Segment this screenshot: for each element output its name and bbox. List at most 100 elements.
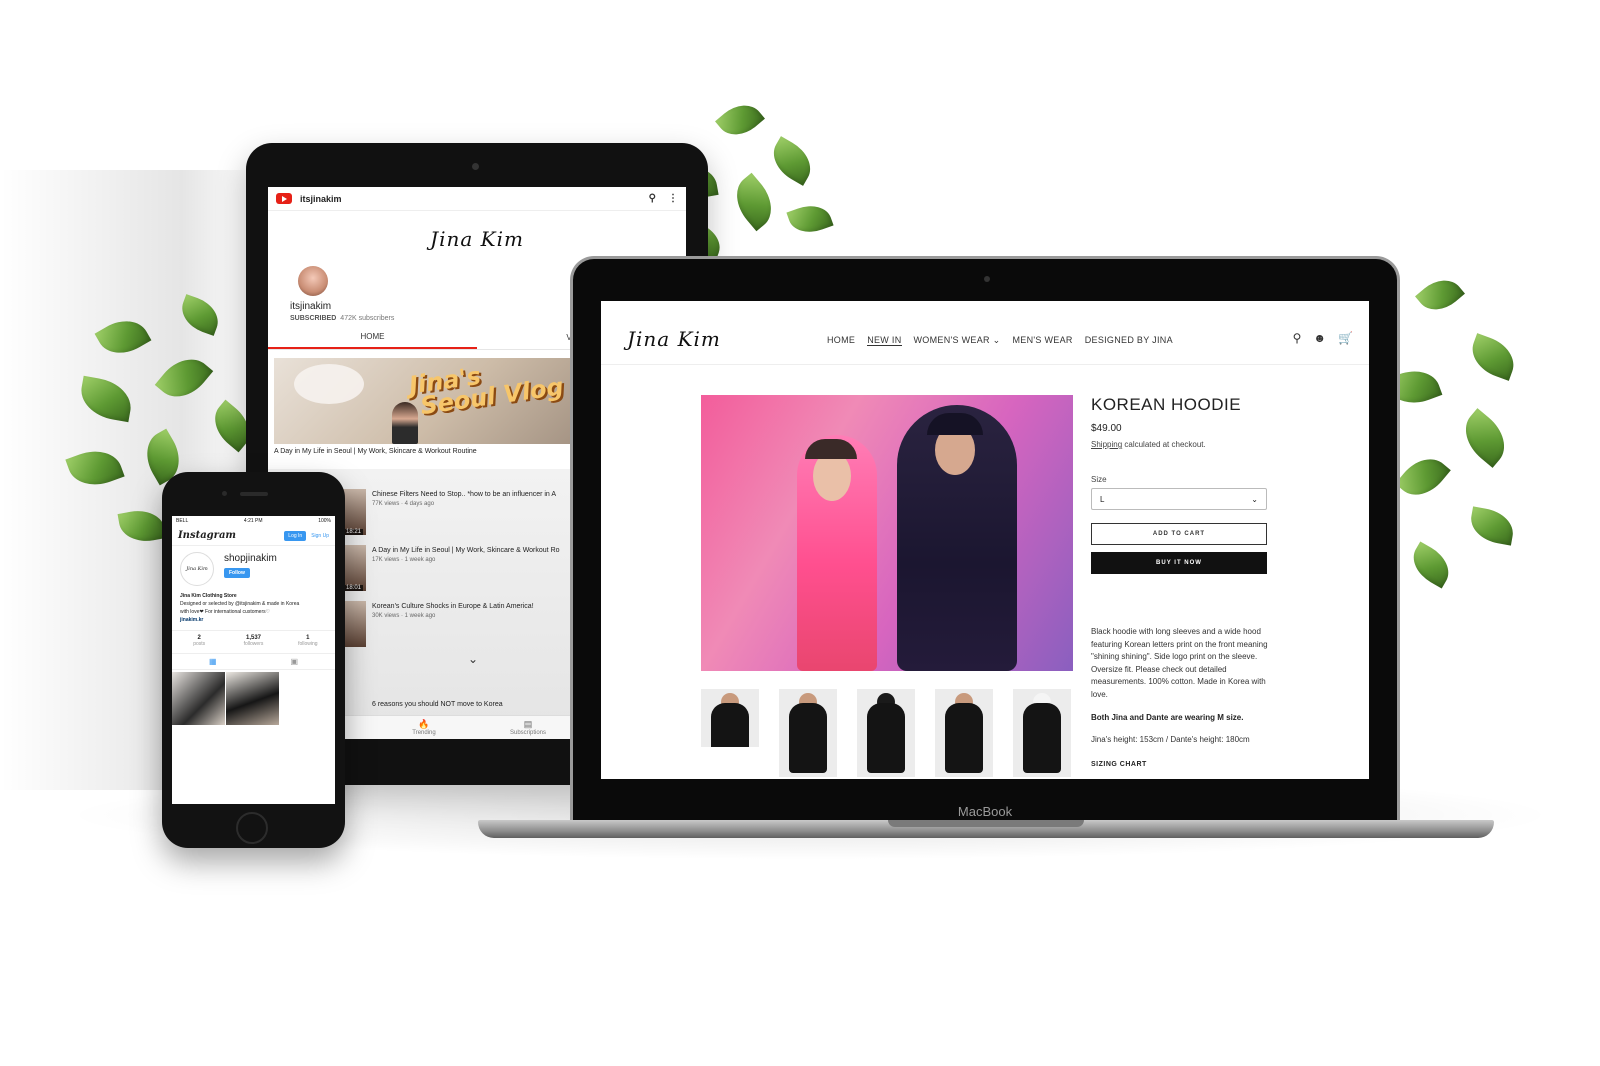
bio-link[interactable]: jinakim.kr [180,616,327,624]
laptop-base [478,820,1494,838]
bio-line: Designed or selected by @itsjinakim & ma… [180,601,300,607]
video-meta: 17K views · 1 week ago [372,557,436,563]
size-value: L [1100,494,1105,504]
store-logo[interactable]: Jina Kim [627,327,721,351]
model-heights: Jina's height: 153cm / Dante's height: 1… [1091,735,1250,744]
carrier: BELL [176,518,189,524]
login-button[interactable]: Log In [284,530,307,541]
product-thumbnail[interactable] [701,689,759,747]
search-icon[interactable]: ⚲ [649,193,656,204]
nav-trending[interactable]: 🔥 Trending [394,719,454,736]
banner-logo: Jina Kim [430,226,524,251]
avatar[interactable]: Jina Kim [180,552,214,586]
product-thumbnail[interactable] [1013,689,1071,777]
video-meta: 77K views · 4 days ago [372,501,435,507]
cart-icon[interactable]: 🛒 [1338,331,1353,345]
phone-camera [222,491,227,496]
chevron-down-icon[interactable]: ⌄ [468,652,478,666]
nav-womens-wear[interactable]: WOMEN'S WEAR ⌄ [914,335,1001,346]
clock: 4:21 PM [243,518,263,524]
tagged-icon[interactable]: ▣ [254,654,336,669]
header-icons: ⚲ ☻ 🛒 [1293,331,1353,345]
sizing-chart-heading: SIZING CHART [1091,760,1147,768]
laptop-notch [888,820,1084,827]
grid-icon[interactable]: ▦ [172,654,254,669]
follow-button[interactable]: Follow [224,568,250,578]
app-title: itsjinakim [300,193,342,204]
stat-followers[interactable]: 1,537 followers [226,631,280,653]
product-description: Black hoodie with long sleeves and a wid… [1091,627,1268,699]
tab-home[interactable]: HOME [268,326,477,349]
instagram-screen: BELL 4:21 PM 100% Instagram Log In Sign … [172,516,335,804]
stat-following[interactable]: 1 following [281,631,335,653]
nav-mens-wear[interactable]: MEN'S WEAR [1012,335,1072,346]
username: shopjinakim [224,553,277,564]
video-duration: 18:01 [344,585,364,591]
main-nav: HOME NEW IN WOMEN'S WEAR ⌄ MEN'S WEAR DE… [827,335,1173,346]
youtube-logo-icon[interactable] [276,193,292,204]
buy-it-now-button[interactable]: BUY IT NOW [1091,552,1267,574]
tablet-camera [472,163,479,170]
video-title[interactable]: 6 reasons you should NOT move to Korea [372,701,503,708]
video-thumbnail[interactable]: 18:01 [342,545,366,591]
more-vert-icon[interactable]: ⋮ [668,193,678,204]
stat-posts: 2 posts [193,635,206,647]
subscriptions-icon: ▤ [523,719,533,729]
product-thumbnail[interactable] [779,689,837,777]
featured-overlay-text: Jina's Seoul Vlog [407,361,566,422]
product-main-image[interactable] [701,395,1073,671]
search-icon[interactable]: ⚲ [1293,331,1302,345]
product-thumbnail[interactable] [935,689,993,777]
video-meta: 30K views · 1 week ago [372,613,436,619]
instagram-logo[interactable]: Instagram [178,530,284,541]
profile-tabs: ▦ ▣ [172,654,335,670]
phone-device: BELL 4:21 PM 100% Instagram Log In Sign … [162,472,345,848]
product-info: KOREAN HOODIE $49.00 Shipping calculated… [1091,395,1271,768]
add-to-cart-button[interactable]: ADD TO CART [1091,523,1267,545]
post-thumbnail[interactable] [172,672,225,725]
instagram-header: Instagram Log In Sign Up [172,526,335,546]
size-select[interactable]: L ⌄ [1091,488,1267,510]
nav-home[interactable]: HOME [827,335,855,346]
video-duration: 18:21 [344,529,364,535]
signup-link[interactable]: Sign Up [311,533,329,539]
shipping-note: Shipping calculated at checkout. [1091,440,1206,449]
video-title[interactable]: Korean's Culture Shocks in Europe & Lati… [372,603,534,610]
store-screen: Jina Kim HOME NEW IN WOMEN'S WEAR ⌄ MEN'… [601,301,1369,779]
bio-name: Jina Kim Clothing Store [180,593,237,599]
product-thumbnail[interactable] [857,689,915,777]
laptop-camera [984,276,990,282]
flame-icon: 🔥 [418,719,430,729]
channel-name: itsjinakim [290,301,332,312]
battery: 100% [318,518,331,524]
post-grid [172,670,335,725]
product-title: KOREAN HOODIE [1091,395,1242,414]
profile-bio: Jina Kim Clothing Store Designed or sele… [172,590,335,626]
video-title[interactable]: A Day in My Life in Seoul | My Work, Ski… [372,547,560,554]
shipping-link[interactable]: Shipping [1091,440,1122,449]
nav-new-in[interactable]: NEW IN [867,335,902,346]
laptop-device: Jina Kim HOME NEW IN WOMEN'S WEAR ⌄ MEN'… [570,256,1400,824]
store-header: Jina Kim HOME NEW IN WOMEN'S WEAR ⌄ MEN'… [601,301,1369,365]
nav-designed-by-jina[interactable]: DESIGNED BY JINA [1085,335,1173,346]
chevron-down-icon: ⌄ [1251,494,1258,504]
size-label: Size [1091,475,1107,484]
subscriber-count: SUBSCRIBED 472K subscribers [290,315,395,322]
post-thumbnail[interactable] [226,672,279,725]
youtube-header: itsjinakim ⚲ ⋮ [268,187,686,211]
profile-header: Jina Kim shopjinakim Follow [172,546,335,590]
avatar[interactable] [298,266,328,296]
status-bar: BELL 4:21 PM 100% [172,516,335,526]
video-title[interactable]: Chinese Filters Need to Stop.. *how to b… [372,491,556,498]
account-icon[interactable]: ☻ [1313,331,1326,345]
models-note: Both Jina and Dante are wearing M size. [1091,713,1244,722]
video-thumbnail[interactable]: 18:21 [342,489,366,535]
phone-speaker [240,492,268,496]
video-thumbnail[interactable] [342,601,366,647]
subscribed-label[interactable]: SUBSCRIBED [290,315,336,322]
product-price: $49.00 [1091,423,1122,434]
product-thumbnails [701,689,1071,777]
nav-subscriptions[interactable]: ▤ Subscriptions [498,719,558,736]
home-button[interactable] [236,812,268,844]
bio-line: with love❤ For international customers♡ [180,609,271,615]
